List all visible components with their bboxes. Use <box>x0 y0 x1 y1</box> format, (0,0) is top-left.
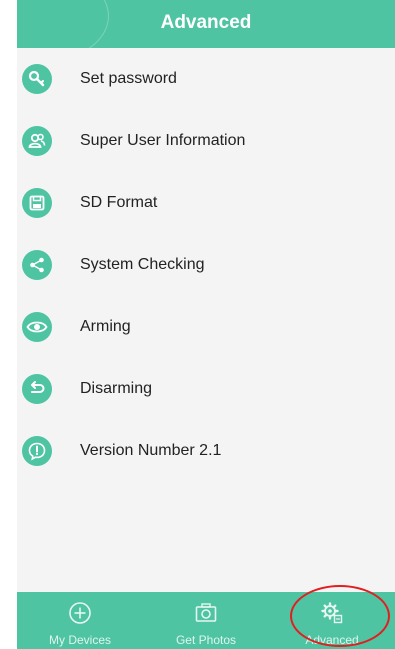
menu-item-label: Super User Information <box>80 132 246 149</box>
menu-item-system-checking[interactable]: System Checking <box>17 234 395 296</box>
menu-item-label: Set password <box>80 70 177 87</box>
menu-item-arming[interactable]: Arming <box>17 296 395 358</box>
menu-item-label: SD Format <box>80 194 158 211</box>
menu-item-label: Arming <box>80 318 131 335</box>
tab-my-devices[interactable]: My Devices <box>17 592 143 649</box>
bottom-tab-bar: My Devices Get Photos Advanced <box>17 592 395 649</box>
advanced-menu: Set password Super User Information SD F… <box>17 48 395 482</box>
menu-item-disarming[interactable]: Disarming <box>17 358 395 420</box>
menu-item-label: System Checking <box>80 256 205 273</box>
eye-icon <box>22 312 52 342</box>
users-icon <box>22 126 52 156</box>
page-title: Advanced <box>160 12 252 33</box>
menu-item-sd-format[interactable]: SD Format <box>17 172 395 234</box>
menu-item-label: Version Number 2.1 <box>80 442 222 459</box>
share-icon <box>22 250 52 280</box>
menu-item-label: Disarming <box>80 380 153 397</box>
exclamation-icon <box>22 436 52 466</box>
camera-icon <box>194 601 218 625</box>
app-screen: Advanced Set password Super User Informa… <box>17 0 395 649</box>
tab-label: My Devices <box>48 633 111 647</box>
undo-icon <box>22 374 52 404</box>
tab-advanced[interactable]: Advanced <box>269 592 395 649</box>
header-bar: Advanced <box>17 0 395 48</box>
floppy-disk-icon <box>22 188 52 218</box>
plus-circle-icon <box>68 601 92 625</box>
tab-get-photos[interactable]: Get Photos <box>143 592 269 649</box>
menu-item-set-password[interactable]: Set password <box>17 48 395 110</box>
key-icon <box>22 64 52 94</box>
tab-label: Advanced <box>305 633 359 647</box>
tab-label: Get Photos <box>175 633 237 647</box>
menu-item-super-user-information[interactable]: Super User Information <box>17 110 395 172</box>
gear-icon <box>320 601 344 625</box>
menu-item-version-number: Version Number 2.1 <box>17 420 395 482</box>
